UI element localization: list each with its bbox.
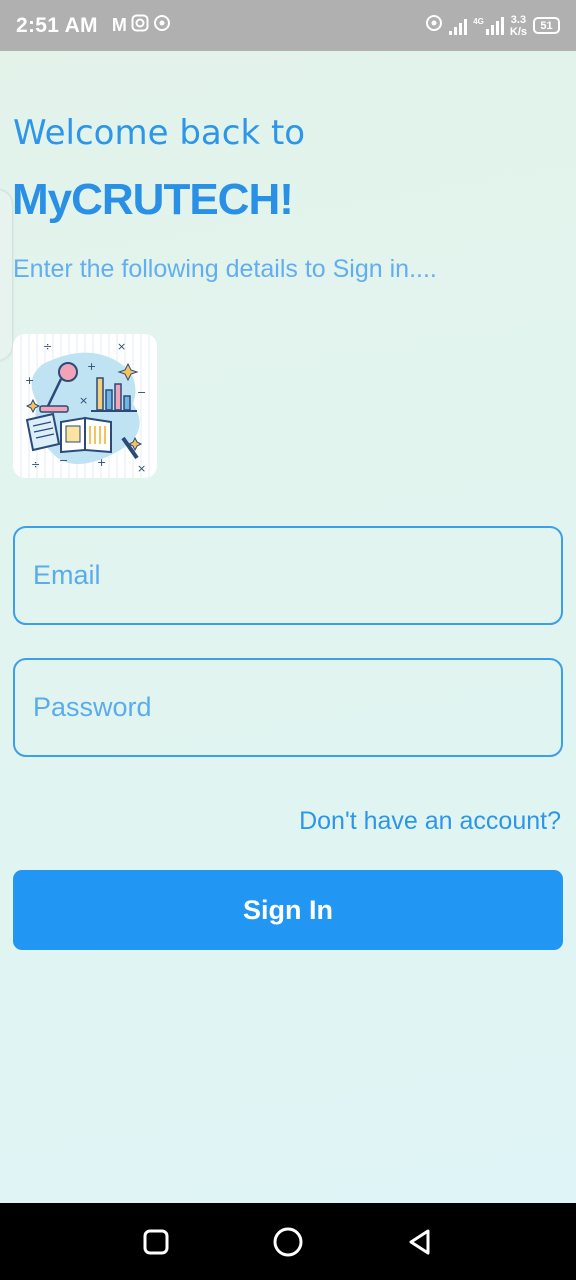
- hotspot-active-icon: [425, 14, 443, 37]
- svg-text:−: −: [59, 454, 68, 467]
- welcome-heading: Welcome back to: [13, 113, 306, 153]
- battery-icon: 51: [533, 17, 560, 34]
- svg-text:+: +: [87, 360, 96, 373]
- status-bar: 2:51 AM M 4G 3.3 K/s 51: [0, 0, 576, 51]
- svg-text:×: ×: [137, 462, 146, 475]
- svg-text:÷: ÷: [43, 340, 52, 353]
- study-illustration: ÷ × + + − × ÷ − + ×: [13, 334, 157, 478]
- svg-text:÷: ÷: [31, 458, 40, 471]
- signin-button[interactable]: Sign In: [13, 870, 563, 950]
- signin-subtitle: Enter the following details to Sign in..…: [13, 255, 437, 283]
- svg-text:−: −: [137, 386, 146, 399]
- status-right: 4G 3.3 K/s 51: [425, 14, 560, 38]
- hotspot-icon: [153, 14, 171, 37]
- signal-icon: [449, 17, 468, 35]
- svg-text:×: ×: [117, 340, 126, 353]
- instagram-icon: [131, 14, 149, 37]
- brand-title: MyCRUTECH!: [12, 175, 294, 224]
- recent-apps-button[interactable]: [136, 1222, 176, 1262]
- notification-icons: M: [112, 14, 171, 37]
- password-field[interactable]: [13, 658, 563, 757]
- gmail-icon: M: [111, 15, 127, 35]
- svg-text:×: ×: [79, 394, 88, 407]
- svg-text:+: +: [97, 456, 106, 469]
- speed-value: 3.3: [510, 13, 527, 26]
- signup-link[interactable]: Don't have an account?: [299, 807, 561, 836]
- network-speed: 3.3 K/s: [510, 14, 527, 38]
- system-nav-bar: [0, 1203, 576, 1280]
- home-button[interactable]: [268, 1222, 308, 1262]
- back-button[interactable]: [400, 1222, 440, 1262]
- status-time: 2:51 AM: [16, 13, 98, 37]
- svg-text:+: +: [25, 374, 34, 387]
- speed-unit: K/s: [509, 25, 527, 38]
- email-field[interactable]: [13, 526, 563, 625]
- edge-panel-handle[interactable]: [0, 190, 12, 360]
- back-triangle-icon: [409, 1229, 430, 1254]
- signal-4g-icon: 4G: [473, 16, 504, 35]
- square-icon: [143, 1229, 169, 1254]
- network-type: 4G: [473, 16, 484, 26]
- circle-icon: [273, 1227, 303, 1256]
- battery-level: 51: [540, 19, 553, 32]
